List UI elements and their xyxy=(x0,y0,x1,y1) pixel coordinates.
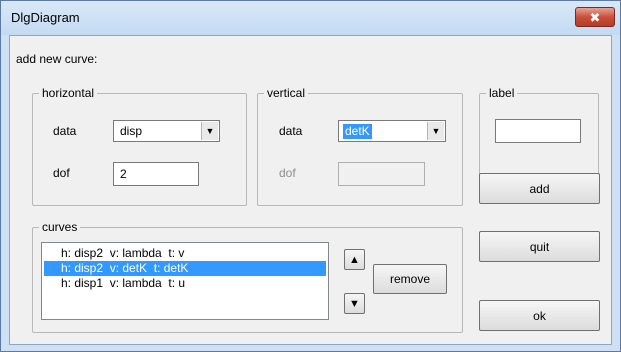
list-item[interactable]: h: disp2 v: detK t: detK xyxy=(44,261,326,276)
horizontal-group-label: horizontal xyxy=(39,86,98,100)
horizontal-data-value: disp xyxy=(120,124,143,138)
list-item[interactable]: h: disp2 v: lambda t: v xyxy=(44,246,326,261)
vertical-group-label: vertical xyxy=(264,86,309,100)
vertical-dof-label: dof xyxy=(279,166,296,180)
move-up-button[interactable]: ▲ xyxy=(344,249,365,270)
vertical-dof-field xyxy=(338,162,425,186)
vertical-data-label: data xyxy=(279,124,303,138)
horizontal-dof-field[interactable]: 2 xyxy=(113,162,199,186)
dialog-window: DlgDiagram ✖ add new curve: horizontal d… xyxy=(0,0,621,352)
vertical-group: vertical data detK ▼ dof xyxy=(257,86,463,206)
horizontal-data-combo[interactable]: disp ▼ xyxy=(113,120,220,142)
quit-button[interactable]: quit xyxy=(479,231,600,262)
arrow-down-icon: ▼ xyxy=(349,297,360,310)
ok-button-label: ok xyxy=(533,308,546,323)
add-new-curve-label: add new curve: xyxy=(16,52,98,66)
close-icon: ✖ xyxy=(589,9,601,25)
chevron-down-icon[interactable]: ▼ xyxy=(201,122,218,140)
quit-button-label: quit xyxy=(529,239,550,254)
remove-button[interactable]: remove xyxy=(373,264,447,294)
add-button-label: add xyxy=(529,181,550,196)
label-group-label: label xyxy=(486,86,518,100)
dialog-client-area: add new curve: horizontal data disp ▼ do… xyxy=(9,35,612,345)
horizontal-group: horizontal data disp ▼ dof 2 xyxy=(32,86,247,206)
ok-button[interactable]: ok xyxy=(479,300,600,331)
curves-group-label: curves xyxy=(39,220,81,234)
arrow-up-icon: ▲ xyxy=(349,253,360,266)
horizontal-dof-label: dof xyxy=(53,166,70,180)
label-input[interactable] xyxy=(495,119,581,143)
horizontal-data-label: data xyxy=(53,124,77,138)
title-bar[interactable]: DlgDiagram ✖ xyxy=(1,1,620,35)
window-title: DlgDiagram xyxy=(11,10,80,25)
horizontal-dof-value: 2 xyxy=(120,167,127,181)
curves-listbox[interactable]: h: disp2 v: lambda t: v h: disp2 v: detK… xyxy=(41,242,329,320)
label-group: label xyxy=(479,86,599,176)
close-button[interactable]: ✖ xyxy=(575,7,615,27)
vertical-data-combo[interactable]: detK ▼ xyxy=(338,120,446,142)
add-button[interactable]: add xyxy=(479,173,600,204)
vertical-data-value: detK xyxy=(343,124,372,139)
list-item[interactable]: h: disp1 v: lambda t: u xyxy=(44,276,326,291)
remove-button-label: remove xyxy=(389,272,430,286)
move-down-button[interactable]: ▼ xyxy=(344,293,365,314)
chevron-down-icon[interactable]: ▼ xyxy=(427,122,444,140)
